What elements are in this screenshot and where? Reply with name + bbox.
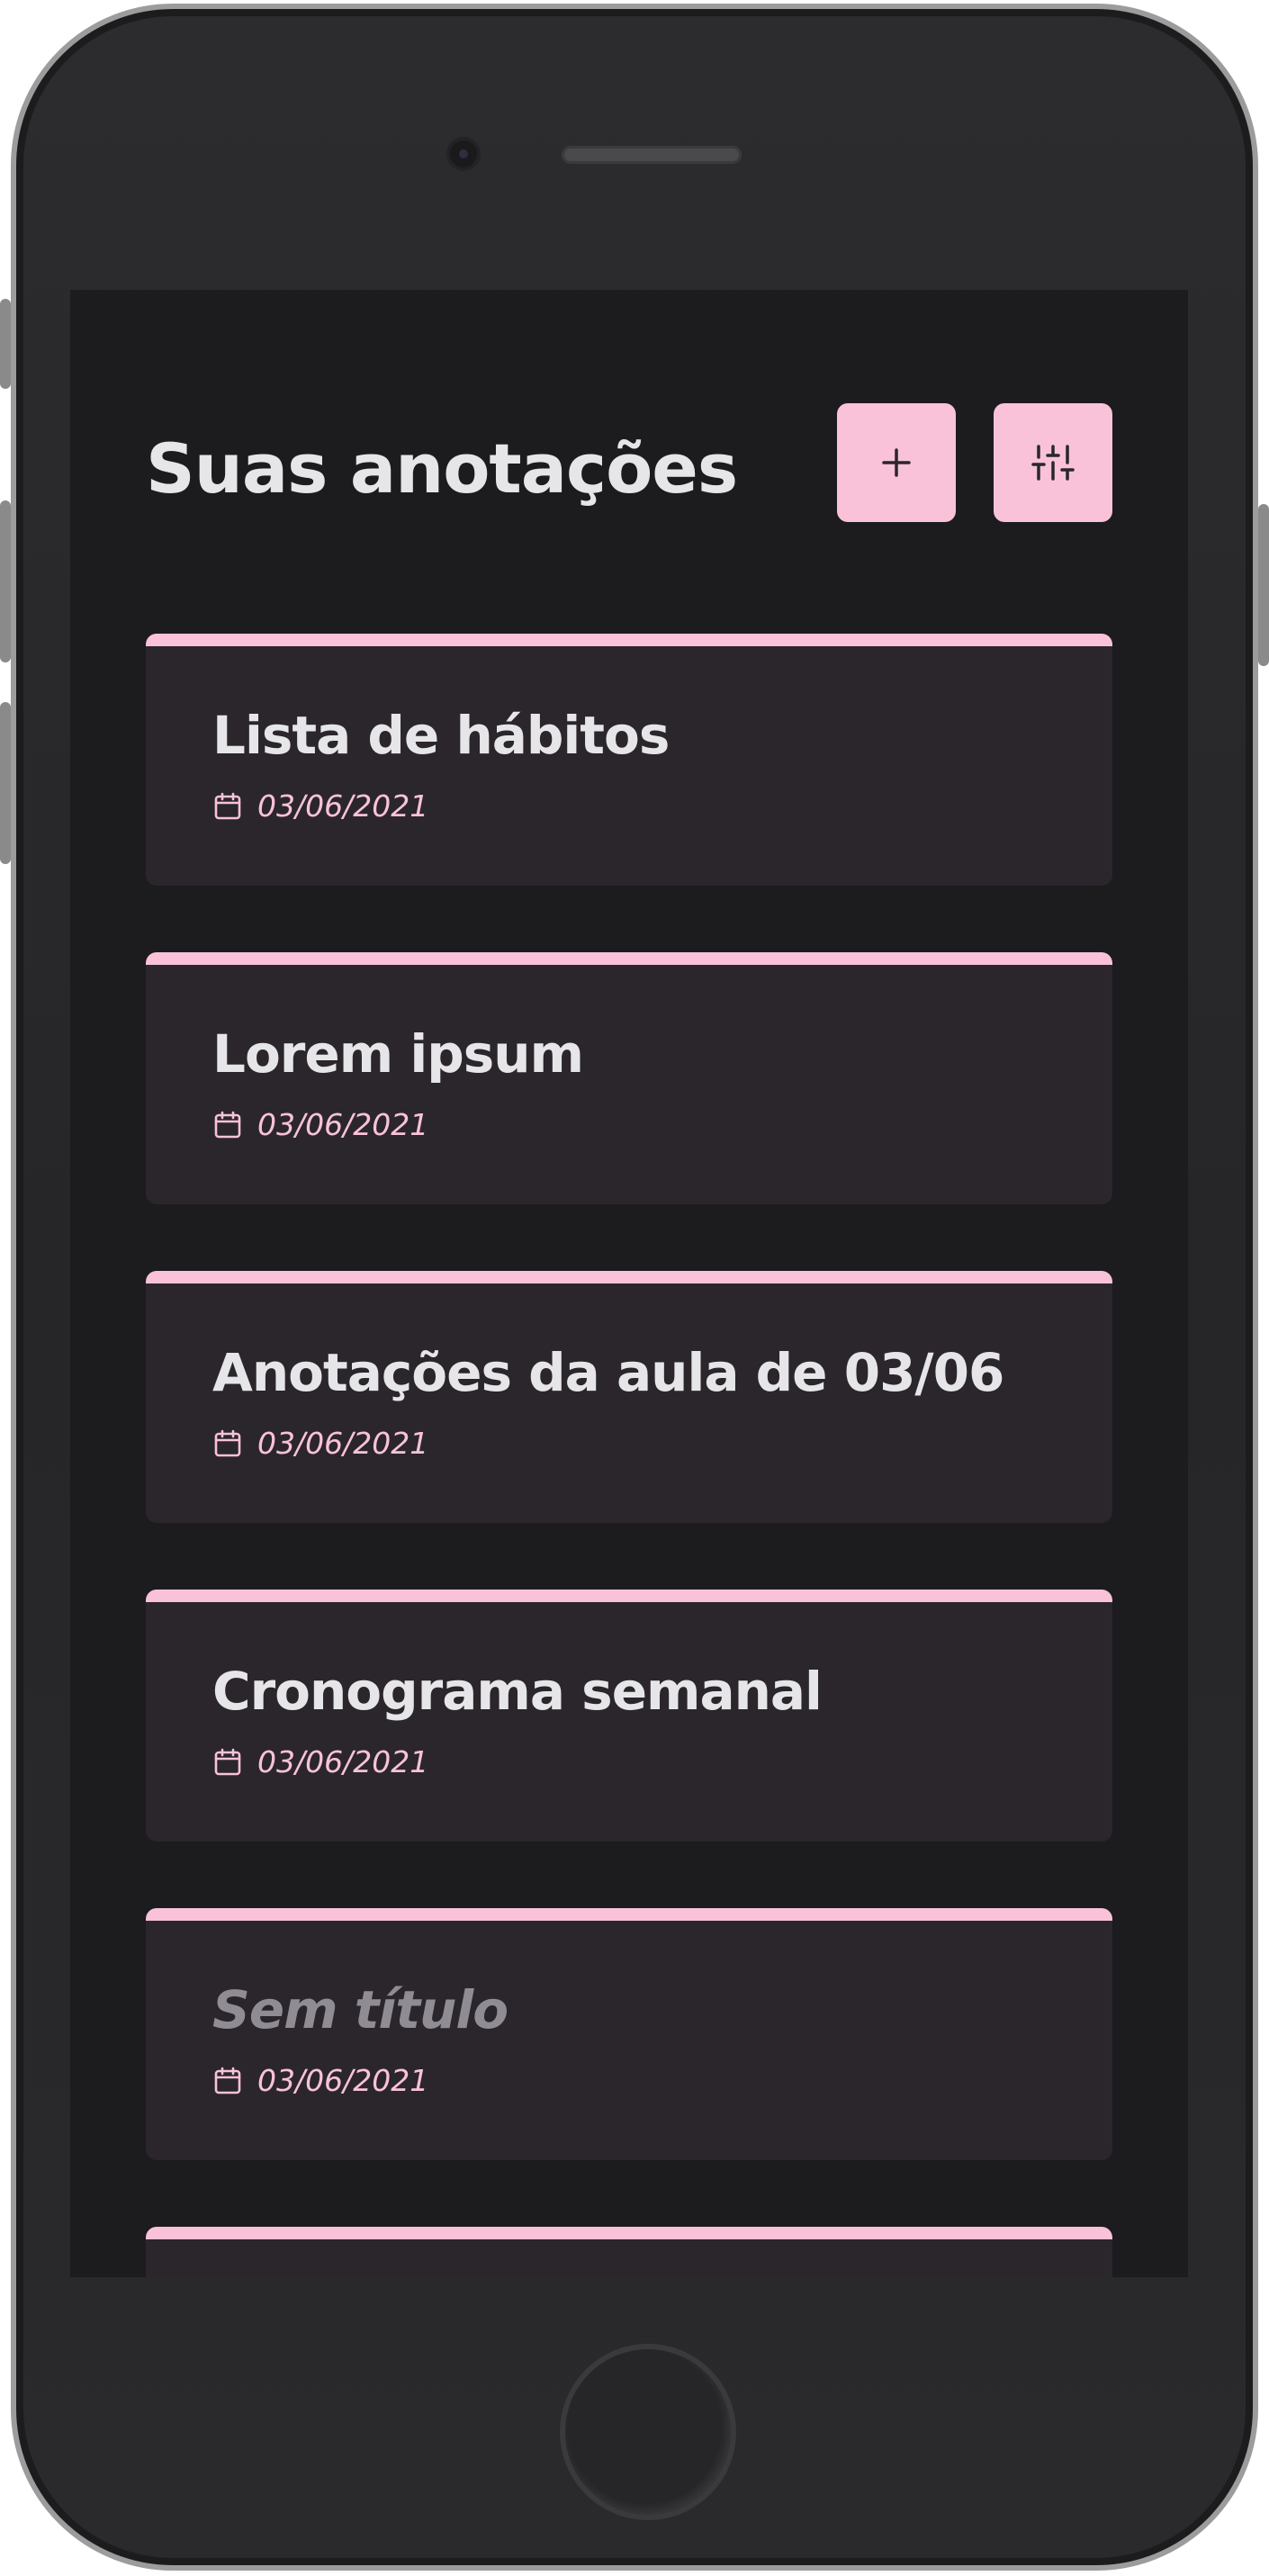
- note-card[interactable]: Anotações da aula de 03/06 03/06/2021: [146, 1271, 1112, 1523]
- note-card[interactable]: Sem título 03/06/2021: [146, 1908, 1112, 2160]
- power-button: [1258, 504, 1269, 666]
- note-date-text: 03/06/2021: [257, 1107, 429, 1142]
- note-date-text: 03/06/2021: [257, 2063, 429, 2098]
- mute-switch: [0, 299, 11, 389]
- note-date-text: 03/06/2021: [257, 788, 429, 824]
- page-title: Suas anotações: [146, 428, 738, 509]
- volume-down-button: [0, 702, 11, 864]
- note-date-text: 03/06/2021: [257, 1744, 429, 1779]
- calendar-icon: [214, 1429, 241, 1456]
- note-date: 03/06/2021: [212, 1426, 428, 1461]
- note-accent-bar: [146, 1590, 1112, 1602]
- notes-list: Lista de hábitos 03/06/2021 Lorem ipsum …: [146, 634, 1112, 2277]
- note-accent-bar: [146, 1908, 1112, 1921]
- header: Suas anotações: [146, 403, 1112, 522]
- filter-button[interactable]: [994, 403, 1112, 522]
- note-card[interactable]: Lista de hábitos 03/06/2021: [146, 634, 1112, 886]
- note-title: Lista de hábitos: [212, 705, 670, 766]
- note-date: 03/06/2021: [212, 2063, 428, 2098]
- earpiece-speaker: [562, 146, 742, 164]
- note-date-text: 03/06/2021: [257, 1426, 429, 1461]
- note-card[interactable]: Cronograma semanal 03/06/2021: [146, 1590, 1112, 1842]
- note-title: Anotações da aula de 03/06: [212, 1342, 1004, 1403]
- note-accent-bar: [146, 2227, 1112, 2239]
- volume-up-button: [0, 500, 11, 662]
- app-screen: Suas anotações Lista de hábitos 03/06/20…: [70, 290, 1188, 2277]
- front-camera: [450, 140, 477, 167]
- calendar-icon: [214, 2067, 241, 2094]
- plus-icon: [882, 448, 911, 477]
- add-note-button[interactable]: [837, 403, 956, 522]
- note-title: Cronograma semanal: [212, 1661, 823, 1722]
- calendar-icon: [214, 792, 241, 819]
- note-card[interactable]: Lorem ipsum 03/06/2021: [146, 952, 1112, 1204]
- note-date: 03/06/2021: [212, 1744, 428, 1779]
- note-title: Sem título: [212, 1979, 508, 2040]
- home-button[interactable]: [560, 2344, 736, 2520]
- note-card[interactable]: [146, 2227, 1112, 2277]
- note-accent-bar: [146, 1271, 1112, 1283]
- note-accent-bar: [146, 634, 1112, 646]
- calendar-icon: [214, 1748, 241, 1775]
- sliders-icon: [1031, 445, 1075, 481]
- note-title: Lorem ipsum: [212, 1023, 584, 1085]
- calendar-icon: [214, 1111, 241, 1138]
- note-date: 03/06/2021: [212, 788, 428, 824]
- note-accent-bar: [146, 952, 1112, 965]
- note-date: 03/06/2021: [212, 1107, 428, 1142]
